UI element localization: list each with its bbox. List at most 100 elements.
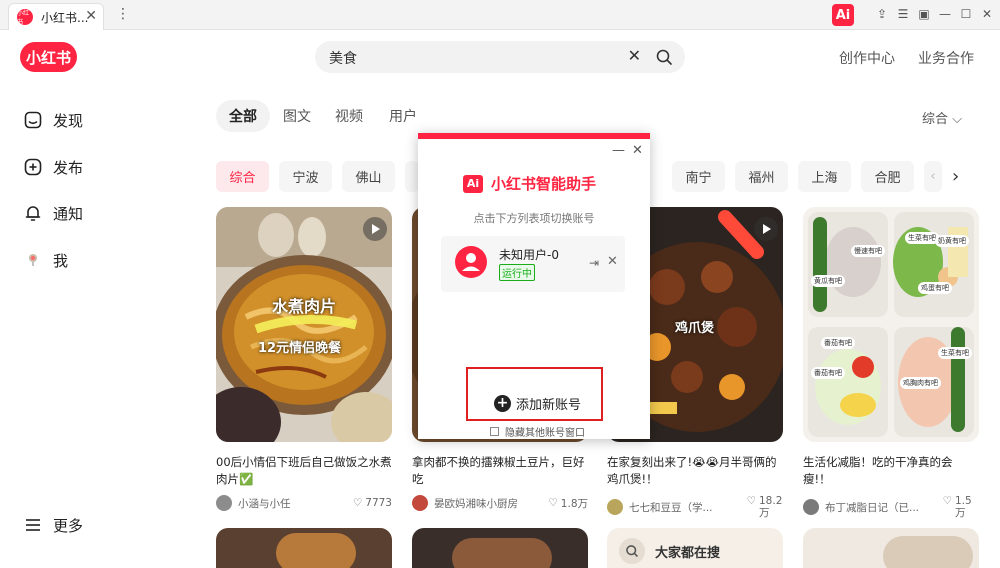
menu-icon[interactable]: ☰	[895, 6, 911, 22]
author-name[interactable]: 七七和豆豆（学...	[629, 500, 713, 515]
note-meta: 七七和豆豆（学... ♡ 18.2万	[607, 495, 783, 519]
like-button[interactable]: ♡ 18.2万	[747, 495, 783, 519]
chip-fuzhou[interactable]: 福州	[735, 161, 788, 192]
note-card[interactable]: 慢速有吧 生菜有吧 奶黄有吧 黄瓜有吧 鸡蛋有吧 番茄有吧 生菜有吧 番茄有吧 …	[803, 207, 979, 519]
like-count: 7773	[365, 497, 392, 509]
heart-icon: ♡	[548, 497, 558, 509]
tab-close-icon[interactable]: ✕	[85, 8, 97, 24]
logout-icon[interactable]: ⇥	[589, 256, 599, 270]
plus-circle-icon: +	[494, 395, 511, 412]
note-meta: 布丁减脂日记（已... ♡ 1.5万	[803, 495, 979, 519]
note-title[interactable]: 在家复刻出来了!😭😭月半哥俩的鸡爪煲!！	[607, 454, 783, 488]
like-count: 1.5万	[955, 495, 972, 519]
hide-other-windows-checkbox[interactable]: 隐藏其他账号窗口	[490, 424, 585, 439]
sidebar-item-publish[interactable]: 发布	[22, 152, 142, 182]
chip-shanghai[interactable]: 上海	[798, 161, 851, 192]
trending-search-card[interactable]: 大家都在搜	[607, 528, 783, 568]
account-list-item[interactable]: 未知用户-0 运行中 ⇥ ✕	[441, 236, 625, 292]
home-icon	[22, 109, 44, 131]
note-cover-image[interactable]: 水煮肉片 12元情侣晚餐	[216, 207, 392, 442]
cover-label: 番茄有吧	[821, 337, 855, 349]
search-box[interactable]: 美食 ✕	[315, 41, 685, 73]
tab-favicon-icon: 小红书	[17, 9, 33, 26]
sidebar-item-label: 更多	[53, 516, 84, 535]
author-name[interactable]: 晏欧妈湘味小厨房	[434, 496, 518, 511]
share-icon[interactable]: ⇪	[874, 6, 890, 22]
clear-icon[interactable]: ✕	[628, 46, 641, 65]
like-button[interactable]: ♡ 1.8万	[548, 496, 588, 511]
like-button[interactable]: ♡ 7773	[353, 497, 392, 509]
sidebar-item-me[interactable]: 我	[22, 245, 142, 275]
note-card[interactable]: 水煮肉片 12元情侣晚餐 00后小情侣下班后自己做饭之水煮肉片✅ 小涵与小任 ♡…	[216, 207, 392, 511]
heart-icon: ♡	[352, 497, 363, 509]
note-title[interactable]: 00后小情侣下班后自己做饭之水煮肉片✅	[216, 454, 392, 488]
sidebar-item-discover[interactable]: 发现	[22, 105, 142, 135]
cover-label: 鸡胸肉有吧	[900, 377, 941, 389]
note-title[interactable]: 生活化减脂！吃的干净真的会瘦!！	[803, 454, 979, 488]
chip-all[interactable]: 综合	[216, 161, 269, 192]
sidebar-item-label: 发现	[53, 111, 84, 130]
avatar[interactable]	[412, 495, 428, 511]
tab-video[interactable]: 视频	[328, 100, 370, 132]
hamburger-menu-icon	[22, 514, 44, 536]
close-window-icon[interactable]: ✕	[979, 6, 995, 22]
account-name: 未知用户-0	[499, 248, 559, 262]
add-account-label: 添加新账号	[516, 398, 582, 413]
dialog-close-icon[interactable]: ✕	[632, 143, 643, 158]
chip-nanning[interactable]: 南宁	[672, 161, 725, 192]
note-meta: 小涵与小任 ♡ 7773	[216, 495, 392, 511]
user-icon	[22, 249, 44, 271]
sidebar-item-label: 发布	[53, 158, 84, 177]
tab-users[interactable]: 用户	[382, 100, 424, 132]
ai-logo-icon: Ai	[463, 174, 483, 193]
chip-hidden[interactable]	[405, 161, 419, 192]
chip-ningbo[interactable]: 宁波	[279, 161, 332, 192]
creator-center-link[interactable]: 创作中心	[839, 48, 895, 68]
sort-dropdown[interactable]: 综合 ⌵	[922, 108, 962, 127]
cover-label: 奶黄有吧	[935, 235, 969, 247]
sidebar-item-more[interactable]: 更多	[22, 510, 142, 540]
browser-tab[interactable]: 小红书 小红书... ✕	[8, 3, 104, 30]
note-cover-image[interactable]	[412, 528, 588, 568]
screenshot-icon[interactable]: ▣	[916, 6, 932, 22]
site-logo[interactable]: 小红书	[20, 42, 77, 72]
avatar[interactable]	[607, 499, 623, 515]
more-vertical-icon[interactable]: ⋮	[116, 6, 130, 22]
maximize-icon[interactable]: ☐	[958, 6, 974, 22]
cover-label: 慢速有吧	[851, 245, 885, 257]
author-name[interactable]: 小涵与小任	[238, 496, 291, 511]
note-cover-image[interactable]	[216, 528, 392, 568]
tab-all[interactable]: 全部	[216, 100, 270, 132]
chip-partial[interactable]: ‹	[924, 161, 942, 192]
sidebar-item-label: 通知	[53, 204, 84, 223]
account-avatar-icon	[455, 246, 487, 278]
chevron-right-icon[interactable]: ›	[952, 166, 959, 187]
minimize-icon[interactable]: —	[937, 6, 953, 22]
note-cover-image[interactable]: 慢速有吧 生菜有吧 奶黄有吧 黄瓜有吧 鸡蛋有吧 番茄有吧 生菜有吧 番茄有吧 …	[803, 207, 979, 442]
note-title[interactable]: 拿肉都不换的擂辣椒土豆片，巨好吃	[412, 454, 588, 488]
tab-image-text[interactable]: 图文	[276, 100, 318, 132]
like-count: 1.8万	[560, 497, 588, 510]
author-name[interactable]: 布丁减脂日记（已...	[825, 500, 919, 515]
note-cover-image[interactable]	[803, 528, 979, 568]
add-account-button[interactable]: + 添加新账号	[466, 367, 603, 421]
avatar[interactable]	[216, 495, 232, 511]
search-input[interactable]: 美食	[329, 48, 357, 68]
checkbox[interactable]	[490, 427, 499, 436]
chip-foshan[interactable]: 佛山	[342, 161, 395, 192]
business-link[interactable]: 业务合作	[918, 48, 974, 68]
like-count: 18.2万	[759, 495, 783, 519]
bell-icon	[22, 202, 44, 224]
remove-account-icon[interactable]: ✕	[607, 254, 618, 269]
window-controls: ⇪ ☰ ▣ — ☐ ✕	[874, 6, 995, 22]
dialog-title-text: 小红书智能助手	[491, 175, 597, 193]
dialog-minimize-icon[interactable]: —	[612, 143, 625, 158]
ai-assistant-icon[interactable]: Ai	[832, 4, 854, 26]
search-icon[interactable]	[655, 48, 673, 66]
like-button[interactable]: ♡ 1.5万	[943, 495, 979, 519]
chip-hefei[interactable]: 合肥	[861, 161, 914, 192]
heart-icon: ♡	[746, 495, 756, 507]
sidebar-item-notifications[interactable]: 通知	[22, 198, 142, 228]
avatar[interactable]	[803, 499, 819, 515]
dialog-title: Ai 小红书智能助手	[463, 173, 596, 194]
